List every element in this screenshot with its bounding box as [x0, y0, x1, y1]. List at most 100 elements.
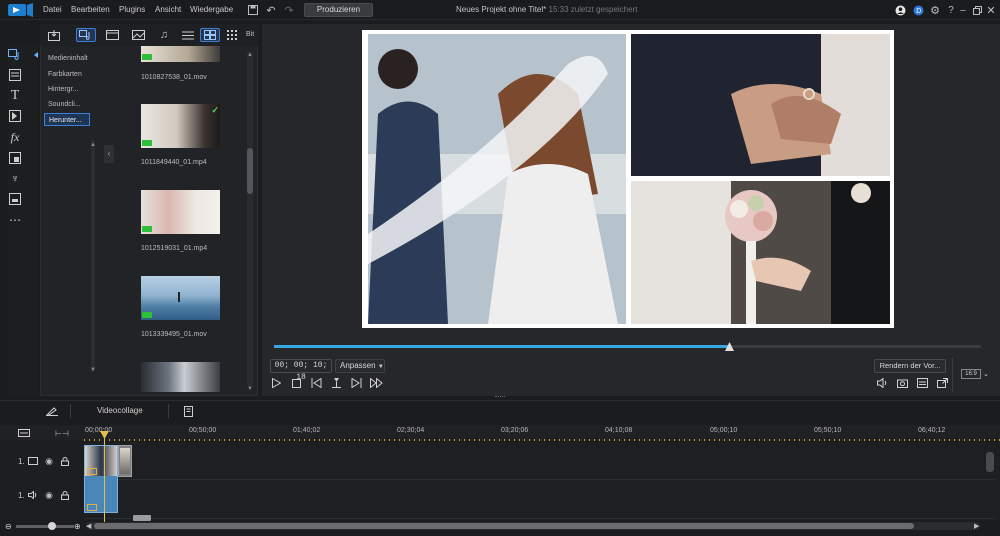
aspect-chevron-icon[interactable]: ⌄: [983, 370, 989, 378]
next-frame-icon[interactable]: [348, 376, 364, 390]
panel-resize-handle[interactable]: [495, 396, 505, 399]
filter-audio-icon[interactable]: ♫: [154, 28, 174, 42]
playhead-handle[interactable]: [100, 431, 109, 439]
category-downloads[interactable]: Herunter...: [44, 113, 90, 126]
category-scrollbar[interactable]: [91, 140, 95, 372]
svg-text:D: D: [916, 8, 921, 15]
fit-dropdown-label: Anpassen: [340, 361, 376, 370]
audio-track-icon[interactable]: [27, 490, 39, 500]
category-media[interactable]: Medieninhalt: [44, 52, 90, 65]
zoom-slider-handle[interactable]: [48, 522, 56, 530]
volume-icon[interactable]: [874, 376, 890, 390]
effect-room-icon[interactable]: fx: [6, 129, 24, 145]
filter-all-media-icon[interactable]: [76, 28, 96, 42]
edit-pen-icon[interactable]: [44, 404, 60, 418]
collapse-panel-button[interactable]: ‹: [104, 145, 114, 163]
thumbnail-view-icon[interactable]: [200, 28, 220, 42]
list-view-icon[interactable]: [178, 28, 198, 42]
save-icon[interactable]: [246, 3, 260, 17]
undock-preview-icon[interactable]: [934, 376, 950, 390]
media-room-icon[interactable]: [6, 47, 24, 63]
collage-clip[interactable]: [84, 445, 118, 513]
previous-frame-icon[interactable]: [308, 376, 324, 390]
transition-clip[interactable]: [118, 445, 132, 477]
account-icon[interactable]: [893, 3, 907, 17]
timeline-zoom-slider[interactable]: [16, 525, 74, 528]
collage-photo-ring[interactable]: [631, 34, 890, 176]
subtitle-room-icon[interactable]: [6, 191, 24, 207]
visibility-eye-icon[interactable]: ◉: [43, 490, 55, 500]
timeline-playhead[interactable]: [104, 432, 105, 522]
menu-datei[interactable]: Datei: [43, 5, 62, 14]
timecode-display[interactable]: 00; 00; 10; 18: [270, 359, 332, 382]
media-label-4: 1013339495_01.mov: [141, 331, 207, 338]
settings-icon[interactable]: ⚙: [928, 3, 942, 17]
timeline-marker[interactable]: [133, 515, 151, 521]
filter-image-icon[interactable]: [128, 28, 148, 42]
restore-icon[interactable]: [970, 3, 984, 17]
split-clip-icon[interactable]: [328, 376, 344, 390]
library-scroll-thumb[interactable]: [247, 148, 253, 194]
lock-icon[interactable]: [59, 490, 71, 500]
director-zone-icon[interactable]: D: [911, 3, 925, 17]
fast-forward-icon[interactable]: [368, 376, 384, 390]
category-color-boards[interactable]: Farbkarten: [44, 68, 90, 81]
import-media-icon[interactable]: [44, 28, 64, 42]
media-thumbnail-4[interactable]: [141, 276, 220, 320]
menu-wiedergabe[interactable]: Wiedergabe: [190, 5, 233, 14]
track-vertical-scroll[interactable]: [986, 452, 994, 472]
title-room-icon[interactable]: T: [6, 88, 24, 104]
track-manager-icon[interactable]: [16, 428, 32, 438]
scrubber-handle[interactable]: [725, 342, 734, 351]
visibility-eye-icon[interactable]: ◉: [43, 456, 55, 466]
library-scrollbar[interactable]: [247, 52, 253, 386]
undo-icon[interactable]: ↶: [264, 3, 278, 17]
zoom-out-icon[interactable]: ⊖: [5, 522, 12, 531]
scroll-left-icon[interactable]: ◀: [86, 522, 91, 530]
particle-room-icon[interactable]: ♆: [6, 171, 24, 187]
render-preview-button[interactable]: Rendern der Vor...: [874, 359, 946, 373]
aspect-ratio-button[interactable]: 16:9: [961, 369, 981, 379]
media-label-1: 1010827538_01.mov: [141, 74, 207, 81]
category-scroll-up-icon[interactable]: ▲: [90, 142, 96, 148]
snapshot-icon[interactable]: [894, 376, 910, 390]
media-thumbnail-2[interactable]: ✓: [141, 104, 220, 148]
timeline-tools-icon[interactable]: [180, 404, 196, 418]
library-scroll-down-icon[interactable]: ▼: [247, 386, 253, 392]
preview-quality-icon[interactable]: [914, 376, 930, 390]
media-thumbnail-5[interactable]: [141, 362, 220, 392]
play-icon[interactable]: [268, 376, 284, 390]
minimize-icon[interactable]: –: [956, 3, 970, 17]
media-thumbnail-3[interactable]: [141, 190, 220, 234]
category-sound-clips[interactable]: Soundcli...: [44, 98, 90, 111]
collage-photo-bouquet[interactable]: [631, 181, 890, 324]
scroll-right-icon[interactable]: ▶: [974, 522, 979, 530]
transition-room-icon[interactable]: [6, 108, 24, 124]
redo-icon[interactable]: ↷: [282, 3, 296, 17]
lock-icon[interactable]: [59, 456, 71, 466]
ruler-ticks: [84, 439, 1000, 441]
fit-dropdown[interactable]: Anpassen ▼: [335, 359, 385, 373]
category-scroll-down-icon[interactable]: ▼: [90, 367, 96, 373]
menu-plugins[interactable]: Plugins: [119, 5, 145, 14]
menu-bearbeiten[interactable]: Bearbeiten: [71, 5, 110, 14]
video-track-icon[interactable]: [27, 456, 39, 466]
template-room-icon[interactable]: [6, 67, 24, 83]
library-tab-partial[interactable]: Bit: [246, 31, 254, 38]
collage-photo-couple[interactable]: [368, 34, 626, 324]
library-scroll-up-icon[interactable]: ▲: [247, 52, 253, 58]
zoom-in-icon[interactable]: ⊕: [74, 522, 81, 531]
more-rooms-icon[interactable]: ⋯: [6, 212, 24, 228]
video-badge-icon: [142, 226, 152, 232]
category-backgrounds[interactable]: Hintergr...: [44, 83, 90, 96]
fit-timeline-icon[interactable]: ⊢⊣: [54, 428, 70, 438]
pip-room-icon[interactable]: [6, 150, 24, 166]
close-icon[interactable]: ✕: [984, 3, 998, 17]
stop-icon[interactable]: [288, 376, 304, 390]
timeline-hscroll-thumb[interactable]: [94, 523, 914, 529]
media-thumbnail-1[interactable]: [141, 46, 220, 62]
menu-ansicht[interactable]: Ansicht: [155, 5, 181, 14]
produce-button[interactable]: Produzieren: [304, 3, 373, 17]
grid-view-icon[interactable]: [222, 28, 242, 42]
filter-video-icon[interactable]: [102, 28, 122, 42]
